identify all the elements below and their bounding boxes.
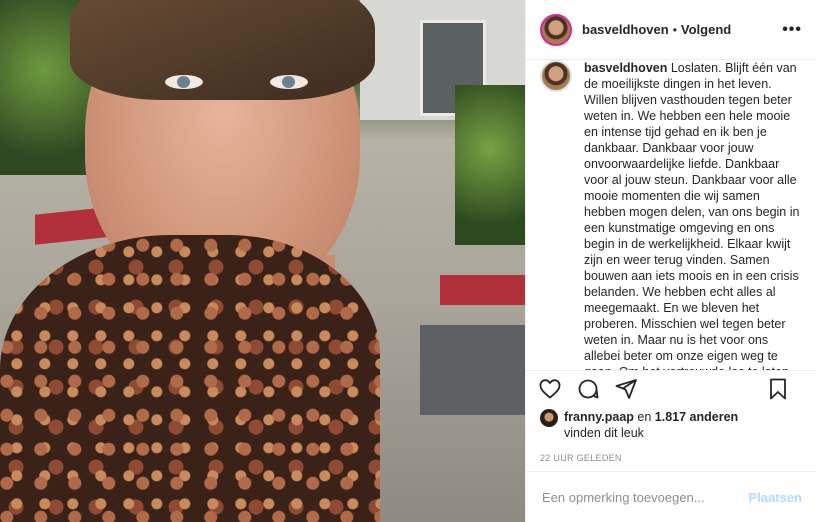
likes-text: franny.paap en 1.817 anderen vinden dit … [564, 409, 738, 441]
likes-suffix: vinden dit leuk [564, 426, 644, 440]
liker-username[interactable]: franny.paap [564, 410, 634, 424]
heart-icon[interactable] [538, 377, 562, 401]
likes-summary: franny.paap en 1.817 anderen vinden dit … [526, 407, 816, 441]
hair [70, 0, 375, 100]
author-username[interactable]: basveldhoven [582, 22, 669, 37]
share-icon[interactable] [614, 377, 638, 401]
author-avatar[interactable] [540, 13, 572, 46]
grey-table [420, 325, 525, 415]
ellipsis-icon[interactable]: ••• [782, 21, 802, 39]
patterned-shirt [0, 235, 380, 522]
post-photo[interactable] [0, 0, 525, 522]
header-separator: • [672, 22, 677, 37]
instagram-post: basveldhoven • Volgend ••• basveldhoven … [0, 0, 816, 522]
follow-status-button[interactable]: Volgend [681, 22, 731, 37]
hedge-right [455, 85, 525, 245]
post-sidebar: basveldhoven • Volgend ••• basveldhoven … [525, 0, 816, 522]
caption-avatar[interactable] [540, 60, 572, 92]
left-eye [165, 75, 203, 89]
comment-input[interactable] [540, 488, 749, 506]
caption-text: basveldhoven Loslaten. Blijft één van de… [584, 60, 802, 370]
caption-body: Loslaten. Blijft één van de moeilijkste … [584, 61, 800, 370]
post-comment-button[interactable]: Plaatsen [749, 490, 802, 505]
comment-bar: Plaatsen [526, 471, 816, 522]
right-eye [270, 75, 308, 89]
comment-icon[interactable] [576, 377, 600, 401]
likes-count[interactable]: 1.817 anderen [655, 410, 738, 424]
bookmark-icon[interactable] [766, 377, 790, 401]
likes-connector: en [633, 410, 655, 424]
caption-area: basveldhoven Loslaten. Blijft één van de… [526, 60, 816, 370]
liker-avatar[interactable] [540, 409, 558, 427]
red-chair [440, 275, 525, 305]
action-bar [526, 370, 816, 407]
caption-username[interactable]: basveldhoven [584, 61, 667, 75]
post-header: basveldhoven • Volgend ••• [526, 0, 816, 60]
post-timestamp[interactable]: 22 UUR GELEDEN [526, 441, 816, 471]
